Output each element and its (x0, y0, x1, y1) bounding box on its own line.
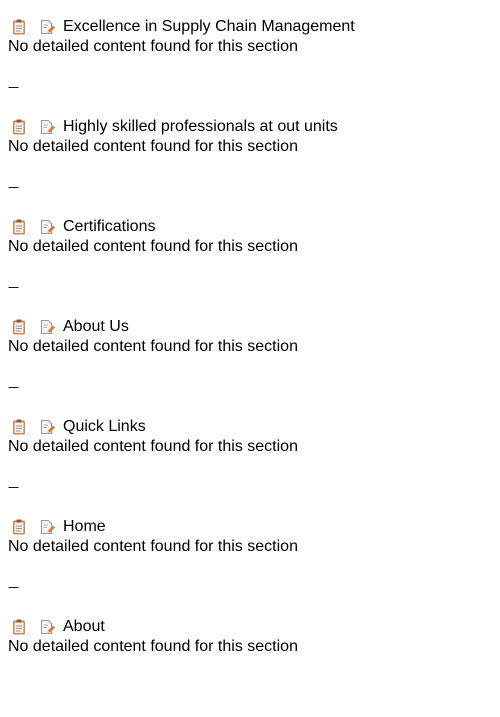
section-heading: Highly skilled professionals at out unit… (8, 117, 500, 137)
clipboard-icon (11, 419, 27, 435)
edit-document-icon (39, 219, 55, 235)
section-quick-links: Quick Links No detailed content found fo… (8, 417, 500, 517)
section-heading: About Us (8, 317, 500, 337)
section-divider: --- (8, 79, 19, 94)
edit-document-icon (39, 419, 55, 435)
clipboard-icon (11, 119, 27, 135)
clipboard-icon (11, 319, 27, 335)
section-title: About Us (63, 318, 129, 335)
section-divider: --- (8, 279, 19, 294)
section-divider: --- (8, 379, 19, 394)
section-about-us: About Us No detailed content found for t… (8, 317, 500, 417)
section-heading: Quick Links (8, 417, 500, 437)
section-heading: About (8, 617, 500, 637)
section-heading: Home (8, 517, 500, 537)
section-highly-skilled-professionals: Highly skilled professionals at out unit… (8, 117, 500, 217)
section-body: No detailed content found for this secti… (8, 638, 298, 655)
edit-document-icon (39, 519, 55, 535)
clipboard-icon (11, 219, 27, 235)
clipboard-icon (11, 19, 27, 35)
section-divider: --- (8, 579, 19, 594)
section-body: No detailed content found for this secti… (8, 438, 298, 455)
edit-document-icon (39, 319, 55, 335)
section-home: Home No detailed content found for this … (8, 517, 500, 617)
edit-document-icon (39, 619, 55, 635)
section-body: No detailed content found for this secti… (8, 38, 298, 55)
section-heading: Certifications (8, 217, 500, 237)
edit-document-icon (39, 119, 55, 135)
section-heading: Excellence in Supply Chain Management (8, 17, 500, 37)
section-title: Quick Links (63, 418, 146, 435)
section-body: No detailed content found for this secti… (8, 138, 298, 155)
section-body: No detailed content found for this secti… (8, 538, 298, 555)
section-divider: --- (8, 479, 19, 494)
section-body: No detailed content found for this secti… (8, 338, 298, 355)
edit-document-icon (39, 19, 55, 35)
section-excellence-in-supply-chain-management: Excellence in Supply Chain Management No… (8, 17, 500, 117)
section-title: Excellence in Supply Chain Management (63, 18, 355, 35)
section-title: Certifications (63, 218, 156, 235)
section-title: About (63, 618, 105, 635)
section-about: About No detailed content found for this… (8, 617, 500, 717)
clipboard-icon (11, 619, 27, 635)
section-divider: --- (8, 179, 19, 194)
page-content: Excellence in Supply Chain Management No… (0, 0, 500, 717)
clipboard-icon (11, 519, 27, 535)
section-title: Highly skilled professionals at out unit… (63, 118, 338, 135)
section-title: Home (63, 518, 106, 535)
section-body: No detailed content found for this secti… (8, 238, 298, 255)
section-certifications: Certifications No detailed content found… (8, 217, 500, 317)
